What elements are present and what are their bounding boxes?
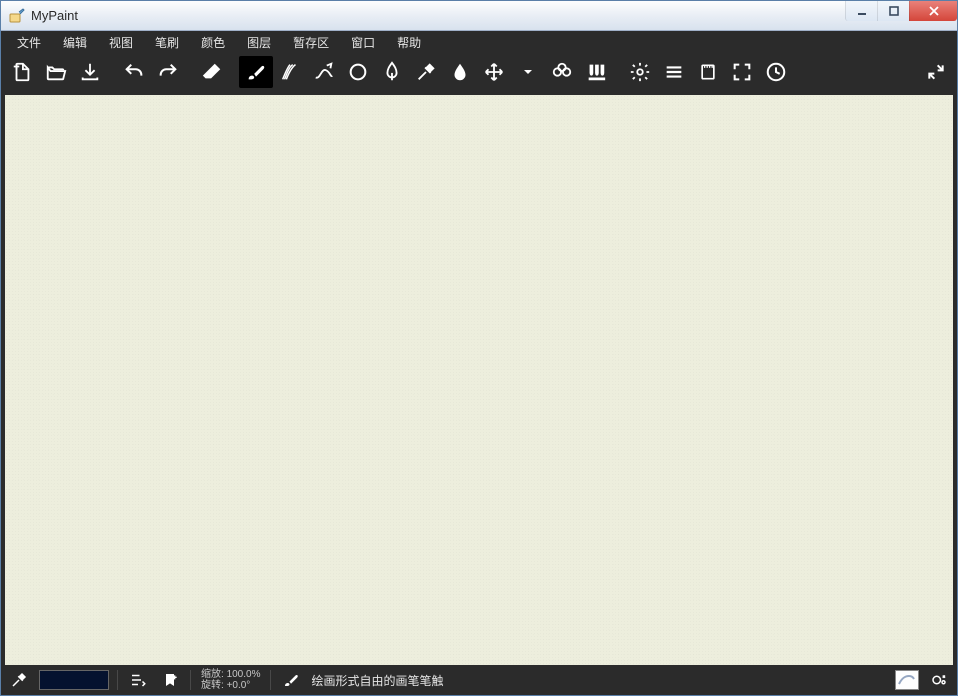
menu-file[interactable]: 文件 (7, 32, 51, 53)
undo-button[interactable] (117, 56, 151, 88)
menu-layer[interactable]: 图层 (237, 32, 281, 53)
brush-edit-button[interactable] (126, 668, 150, 692)
ink-tool-button[interactable] (273, 56, 307, 88)
measure-button[interactable] (691, 56, 725, 88)
ellipse-tool-button[interactable] (341, 56, 375, 88)
status-tool-icon (279, 668, 303, 692)
minimize-button[interactable] (845, 1, 877, 21)
menu-bar: 文件 编辑 视图 笔刷 颜色 图层 暂存区 窗口 帮助 (1, 31, 957, 53)
brush-settings-button[interactable] (927, 668, 951, 692)
fullscreen-button[interactable] (725, 56, 759, 88)
zoom-value: 100.0% (227, 669, 261, 680)
color-picker-tool-button[interactable] (409, 56, 443, 88)
canvas-area (1, 91, 957, 665)
zoom-label: 缩放: (201, 669, 224, 680)
new-file-button[interactable] (5, 56, 39, 88)
move-layer-tool-button[interactable] (477, 56, 511, 88)
current-color-swatch[interactable] (39, 670, 109, 690)
save-file-button[interactable] (73, 56, 107, 88)
history-button[interactable] (759, 56, 793, 88)
title-bar: MyPaint (1, 1, 957, 31)
fill-tool-button[interactable] (443, 56, 477, 88)
status-metrics: 缩放: 100.0% 旋转: +0.0° (199, 669, 262, 691)
pen-tool-button[interactable] (375, 56, 409, 88)
rotate-label: 旋转: (201, 680, 224, 691)
eraser-tool-button[interactable] (195, 56, 229, 88)
expand-toolbar-button[interactable] (919, 56, 953, 88)
menu-edit[interactable]: 编辑 (53, 32, 97, 53)
canvas[interactable] (5, 95, 953, 665)
window-controls (845, 1, 957, 30)
menu-window[interactable]: 窗口 (341, 32, 385, 53)
menu-color[interactable]: 颜色 (191, 32, 235, 53)
open-file-button[interactable] (39, 56, 73, 88)
menu-scratch[interactable]: 暂存区 (283, 32, 339, 53)
bookmark-button[interactable] (158, 668, 182, 692)
close-button[interactable] (909, 1, 957, 21)
status-separator (117, 670, 118, 690)
settings-button[interactable] (623, 56, 657, 88)
status-bar: 缩放: 100.0% 旋转: +0.0° 绘画形式自由的画笔笔触 (1, 665, 957, 695)
status-separator (270, 670, 271, 690)
menu-help[interactable]: 帮助 (387, 32, 431, 53)
brush-preview[interactable] (895, 670, 919, 690)
rotate-value: +0.0° (227, 680, 251, 691)
toolbar (1, 53, 957, 91)
maximize-button[interactable] (877, 1, 909, 21)
color-wheel-button[interactable] (545, 56, 579, 88)
status-separator (190, 670, 191, 690)
menu-view[interactable]: 视图 (99, 32, 143, 53)
brush-groups-button[interactable] (579, 56, 613, 88)
status-tool-description: 绘画形式自由的画笔笔触 (311, 672, 443, 689)
app-window: MyPaint 文件 编辑 视图 笔刷 颜色 图层 暂存区 窗口 帮助 (0, 0, 958, 696)
line-curve-tool-button[interactable] (307, 56, 341, 88)
mirror-button[interactable] (657, 56, 691, 88)
freehand-brush-button[interactable] (239, 56, 273, 88)
app-icon (9, 8, 25, 24)
menu-brush[interactable]: 笔刷 (145, 32, 189, 53)
status-eyedropper-button[interactable] (7, 668, 31, 692)
window-title: MyPaint (31, 8, 845, 23)
redo-button[interactable] (151, 56, 185, 88)
tool-dropdown-button[interactable] (521, 67, 535, 77)
